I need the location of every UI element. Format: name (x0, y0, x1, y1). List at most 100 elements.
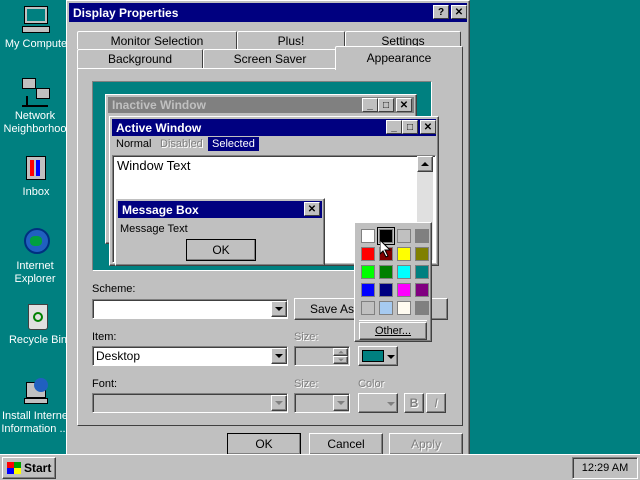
desktop-icon-my-computer[interactable]: My Compute (0, 4, 72, 51)
color-swatch[interactable] (397, 247, 411, 261)
system-tray: 12:29 AM (572, 457, 638, 479)
size-down-button[interactable] (333, 356, 348, 364)
maximize-icon: □ (402, 120, 418, 134)
help-button[interactable]: ? (433, 5, 449, 19)
color-swatch[interactable] (361, 229, 375, 243)
italic-button[interactable]: I (426, 393, 446, 413)
other-color-button[interactable]: Other... (359, 322, 427, 340)
chevron-down-icon (337, 401, 345, 405)
cancel-label: Cancel (327, 437, 365, 451)
item-color-swatch (362, 350, 384, 362)
active-window-title: Active Window (116, 120, 202, 135)
preview-menu-bar: Normal Disabled Selected (112, 137, 436, 153)
title-bar: Display Properties ? ✕ (69, 3, 467, 22)
chevron-down-icon (387, 402, 395, 406)
bold-icon: B (409, 396, 419, 410)
color-swatch[interactable] (397, 301, 411, 315)
cancel-button[interactable]: Cancel (309, 433, 383, 455)
close-button[interactable]: ✕ (451, 5, 467, 19)
chevron-down-icon (275, 401, 283, 405)
inactive-title-bar: Inactive Window _ □ ✕ (108, 97, 414, 113)
item-dropdown-button[interactable] (271, 348, 287, 364)
color-swatch[interactable] (397, 283, 411, 297)
message-box-ok-button: OK (186, 239, 256, 261)
color-swatch[interactable] (415, 301, 429, 315)
font-dropdown-button[interactable] (271, 395, 287, 411)
color-swatch[interactable] (415, 265, 429, 279)
color-swatch[interactable] (361, 265, 375, 279)
desktop-icon-label: My Compute (4, 38, 68, 50)
chevron-down-icon (275, 354, 283, 358)
tab-screen-saver[interactable]: Screen Saver (203, 49, 337, 68)
desktop-icon-label: Network Neighborhoo (3, 110, 67, 135)
recycle-bin-icon (22, 300, 54, 332)
font-color-button[interactable] (358, 393, 398, 413)
apply-button[interactable]: Apply (389, 433, 463, 455)
minimize-icon: _ (386, 120, 402, 134)
scheme-combobox[interactable] (92, 299, 288, 319)
scheme-label: Scheme: (92, 283, 136, 295)
item-value: Desktop (96, 349, 141, 363)
size-up-button[interactable] (333, 348, 348, 356)
taskbar: Start 12:29 AM (0, 454, 640, 480)
desktop-icon-label: Install Interne Information ... (1, 410, 69, 435)
color-swatch[interactable] (361, 283, 375, 297)
desktop-icon-label: Recycle Bin (8, 334, 68, 346)
color-swatch[interactable] (361, 301, 375, 315)
color-swatch[interactable] (379, 301, 393, 315)
clock[interactable]: 12:29 AM (582, 462, 628, 474)
color-swatch[interactable] (415, 283, 429, 297)
tab-label: Monitor Selection (110, 33, 204, 48)
start-button[interactable]: Start (2, 457, 56, 479)
font-color-label: Color (358, 378, 385, 390)
tab-label: Plus! (277, 33, 305, 48)
item-combobox[interactable]: Desktop (92, 346, 288, 366)
color-swatch[interactable] (415, 229, 429, 243)
apply-label: Apply (410, 437, 442, 451)
inbox-icon (20, 152, 52, 184)
desktop-icon-network[interactable]: Network Neighborhoo (0, 76, 72, 136)
close-icon: ✕ (304, 202, 320, 216)
network-icon (20, 76, 52, 108)
desktop-icon-label: Internet Explorer (14, 260, 56, 285)
internet-explorer-icon (20, 226, 52, 258)
ok-label: OK (255, 437, 273, 451)
scheme-dropdown-button[interactable] (271, 301, 287, 317)
message-text: Message Text (120, 223, 188, 235)
ok-button[interactable]: OK (227, 433, 301, 455)
color-swatch[interactable] (361, 247, 375, 261)
desktop-icon-inbox[interactable]: Inbox (0, 152, 72, 199)
desktop-icon-internet-explorer[interactable]: Internet Explorer (0, 226, 72, 286)
start-label: Start (24, 461, 52, 475)
down-arrow-icon (337, 358, 344, 362)
message-box-title-bar: Message Box ✕ (118, 201, 322, 218)
italic-icon: I (434, 396, 438, 410)
up-arrow-icon (421, 162, 429, 166)
font-combobox[interactable] (92, 393, 288, 413)
item-size-label: Size: (294, 331, 319, 343)
tab-monitor-selection[interactable]: Monitor Selection (77, 31, 237, 49)
computer-icon (20, 4, 52, 36)
minimize-icon: _ (362, 98, 378, 112)
close-icon: ✕ (420, 120, 436, 134)
item-color-button[interactable] (358, 346, 398, 366)
tab-plus[interactable]: Plus! (237, 31, 345, 49)
close-icon: ✕ (396, 98, 412, 112)
color-swatch[interactable] (379, 265, 393, 279)
color-swatch[interactable] (379, 283, 393, 297)
font-size-combobox[interactable] (294, 393, 350, 413)
help-icon: ? (437, 6, 445, 18)
window-text: Window Text (117, 158, 191, 173)
font-size-dropdown-button[interactable] (333, 395, 349, 411)
color-swatch[interactable] (397, 229, 411, 243)
desktop-icon-label: Inbox (22, 186, 50, 198)
preview-message-box: Message Box ✕ Message Text OK (115, 198, 325, 266)
desktop-icon-recycle-bin[interactable]: Recycle Bin (2, 300, 74, 347)
tab-background[interactable]: Background (77, 49, 203, 68)
desktop-icon-install-ie[interactable]: Install Interne Information ... (0, 376, 72, 436)
color-swatch[interactable] (397, 265, 411, 279)
color-swatch[interactable] (415, 247, 429, 261)
bold-button[interactable]: B (404, 393, 424, 413)
tab-appearance[interactable]: Appearance (335, 46, 463, 70)
item-size-spinner[interactable] (294, 346, 350, 366)
